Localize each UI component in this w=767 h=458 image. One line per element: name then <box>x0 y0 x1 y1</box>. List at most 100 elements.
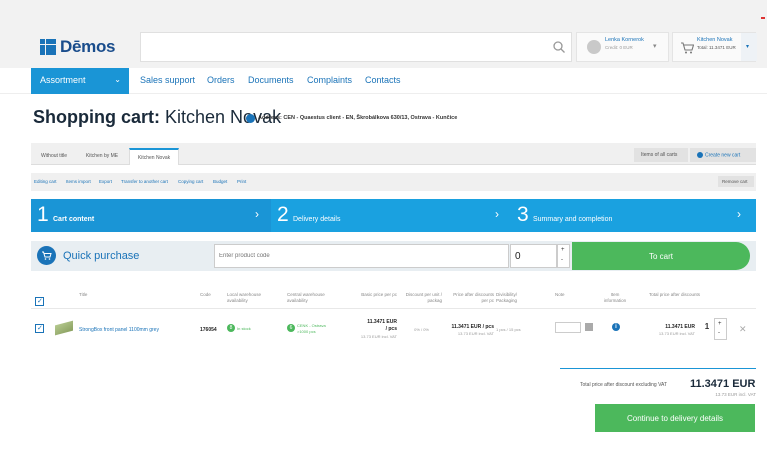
chevron-right-icon: › <box>737 207 741 221</box>
chevron-down-icon: ▾ <box>653 43 657 50</box>
search-input[interactable] <box>140 32 572 62</box>
total-vat: 13.73 EUR incl. VAT <box>715 392 756 397</box>
chevron-right-icon: › <box>495 207 499 221</box>
discount-value: 0% / 0% <box>414 327 429 332</box>
central-availability-text: CENK - Ostrava <box>297 323 326 328</box>
toolbar-items-import[interactable]: Items import <box>66 179 91 184</box>
search-icon[interactable] <box>552 40 566 54</box>
local-availability-text: In stock <box>237 326 251 331</box>
toolbar-print[interactable]: Print <box>237 179 246 184</box>
logo-icon <box>40 39 56 55</box>
chevron-right-icon: › <box>255 207 259 221</box>
step-delivery-details[interactable]: 2 Delivery details › <box>271 199 511 232</box>
quick-purchase-qty[interactable]: 0 <box>510 244 557 268</box>
local-availability-badge: 8 <box>227 324 235 332</box>
cart-icon <box>37 246 56 265</box>
create-new-cart-label: Create new cart <box>705 152 741 159</box>
quantity-stepper[interactable]: + - <box>557 244 570 268</box>
avatar <box>587 40 601 54</box>
col-note: Note <box>555 292 565 297</box>
toolbar-budget[interactable]: Budget <box>213 179 227 184</box>
product-name-link[interactable]: StrongBox front panel 1100mm grey <box>79 327 159 333</box>
col-divisibility: Divisibility/ Packaging <box>496 292 518 303</box>
cart-icon <box>681 42 694 54</box>
corner-marker <box>761 17 765 19</box>
central-availability-qty: >1000 pcs <box>297 329 316 334</box>
nav-contacts[interactable]: Contacts <box>365 75 401 85</box>
row-checkbox[interactable] <box>35 324 44 333</box>
user-credit: Credit: 0 EUR <box>605 45 633 50</box>
row-total: 11.3471 EUR <box>665 324 695 330</box>
tab-kitchen-novak[interactable]: Kitchen Novak <box>129 148 179 165</box>
row-qty-stepper[interactable]: + - <box>714 318 727 340</box>
product-code: 176054 <box>200 327 217 333</box>
close-icon[interactable]: ✕ <box>739 324 747 335</box>
toolbar-transfer[interactable]: Transfer to another cart <box>121 179 168 184</box>
assortment-label: Assortment <box>40 75 86 85</box>
step-cart-content[interactable]: 1 Cart content › <box>31 199 271 232</box>
continue-button[interactable]: Continue to delivery details <box>595 404 755 432</box>
info-icon[interactable]: i <box>612 323 620 331</box>
plus-icon <box>697 152 703 158</box>
col-local: Local warehouse availability <box>227 292 262 303</box>
col-title: Title <box>79 292 88 297</box>
header-divider <box>31 308 756 309</box>
nav-documents[interactable]: Documents <box>248 75 294 85</box>
toolbar-copying-cart[interactable]: Copying cart <box>178 179 203 184</box>
toolbar-export[interactable]: Export <box>99 179 112 184</box>
nav-orders[interactable]: Orders <box>207 75 235 85</box>
title-prefix: Shopping cart: <box>33 107 160 127</box>
cart-name: Kitchen Novak <box>697 37 733 43</box>
edit-icon[interactable] <box>246 114 255 123</box>
plus-icon[interactable]: + <box>561 247 565 253</box>
price-after-vat: 13.73 EUR incl. VAT <box>457 331 494 336</box>
col-basic-price: Basic price per pc <box>361 292 397 297</box>
note-input[interactable] <box>555 322 581 333</box>
product-thumbnail[interactable] <box>55 320 73 336</box>
step-summary[interactable]: 3 Summary and completion › <box>511 199 756 232</box>
note-edit-icon[interactable] <box>585 323 593 331</box>
totals-divider <box>560 368 756 369</box>
cart-address: Address: CEN - Quaestus client - EN, Škr… <box>258 115 458 121</box>
user-menu[interactable]: Lenka Kornerok Credit: 0 EUR ▾ <box>576 32 669 62</box>
select-all-checkbox[interactable] <box>35 297 44 306</box>
col-item-info: Item information <box>603 292 627 303</box>
col-total: Total price after discounts <box>649 292 701 297</box>
chevron-down-icon: ⌄ <box>114 75 121 84</box>
total-value: 11.3471 EUR <box>690 378 756 390</box>
col-code: Code <box>200 292 211 297</box>
create-new-cart-button[interactable]: Create new cart <box>690 148 756 162</box>
brand-name: Dēmos <box>60 37 116 56</box>
divisibility-value: 1 pcs / 15 pcs <box>496 327 521 332</box>
step-label: Cart content <box>53 216 95 223</box>
remove-cart-button[interactable]: Remove cart <box>718 176 754 187</box>
tab-kitchen-by-me[interactable]: Kitchen by ME <box>79 148 125 165</box>
tab-without-title[interactable]: Without title <box>33 148 75 165</box>
step-label: Delivery details <box>293 216 341 223</box>
step-label: Summary and completion <box>533 216 613 223</box>
quick-purchase-label: Quick purchase <box>63 250 140 262</box>
minus-icon[interactable]: - <box>561 257 563 263</box>
cart-menu[interactable]: Kitchen Novak Total: 11.3471 EUR ▾ <box>672 32 757 62</box>
plus-icon[interactable]: + <box>718 321 722 327</box>
cart-dropdown-button[interactable]: ▾ <box>741 33 757 61</box>
step-number: 2 <box>277 203 289 226</box>
items-of-all-carts-button[interactable]: Items of all carts <box>634 148 688 162</box>
minus-icon[interactable]: - <box>718 330 720 336</box>
page-title: Shopping cart: Kitchen Novak <box>33 107 281 128</box>
chevron-down-icon: ▾ <box>746 44 750 50</box>
assortment-menu[interactable]: Assortment ⌄ <box>31 68 129 94</box>
brand-logo[interactable]: Dēmos <box>40 37 116 56</box>
to-cart-button[interactable]: To cart <box>572 242 750 270</box>
cart-total: Total: 11.3471 EUR <box>697 45 736 50</box>
nav-sales-support[interactable]: Sales support <box>140 75 195 85</box>
row-qty-value[interactable]: 1 <box>702 320 712 334</box>
toolbar-editing-cart[interactable]: Editing cart <box>34 179 57 184</box>
user-name: Lenka Kornerok <box>605 37 644 43</box>
row-total-vat: 13.73 EUR incl. VAT <box>658 331 695 336</box>
central-availability-badge: 6 <box>287 324 295 332</box>
product-code-input[interactable] <box>214 244 509 268</box>
total-label: Total price after discount excluding VAT <box>580 382 668 388</box>
nav-complaints[interactable]: Complaints <box>307 75 352 85</box>
basic-price: 11.3471 EUR <box>367 319 397 325</box>
